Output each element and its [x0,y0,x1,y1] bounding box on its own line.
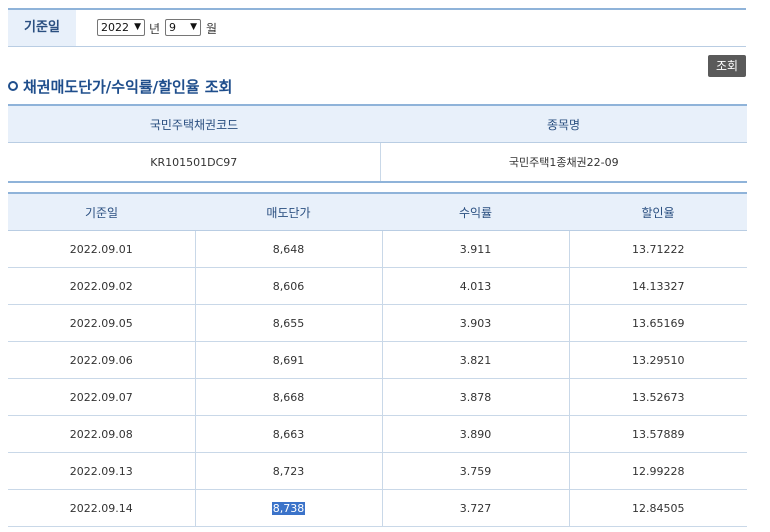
table-row: 2022.09.02 8,606 4.013 14.13327 [8,267,747,305]
date-cell: 2022.09.07 [8,378,196,416]
month-select[interactable]: 9 ▼ [165,19,201,36]
year-unit-label: 년 [149,22,161,36]
date-cell: 2022.09.13 [8,452,196,490]
circle-bullet-icon [8,80,18,91]
section-title-text: 채권매도단가/수익률/할인율 조회 [23,78,233,96]
table-row: 2022.09.01 8,648 3.911 13.71222 [8,230,747,268]
price-cell: 8,655 [195,304,383,342]
bond-name-header: 종목명 [380,104,747,143]
yield-cell: 3.821 [382,341,570,379]
yield-cell: 4.013 [382,267,570,305]
date-column-header: 기준일 [8,192,195,231]
yield-cell: 3.727 [382,489,570,527]
yield-cell: 3.759 [382,452,570,490]
chevron-down-icon: ▼ [190,22,197,32]
bond-code-cell: KR101501DC97 [8,142,381,183]
table-row: 2022.09.06 8,691 3.821 13.29510 [8,341,747,379]
bond-name-cell: 국민주택1종채권22-09 [380,142,747,183]
table-row: 2022.09.05 8,655 3.903 13.65169 [8,304,747,342]
date-cell: 2022.09.14 [8,489,196,527]
yield-cell: 3.890 [382,415,570,453]
yield-cell: 3.903 [382,304,570,342]
price-cell: 8,691 [195,341,383,379]
date-cell: 2022.09.06 [8,341,196,379]
table-row: 2022.09.13 8,723 3.759 12.99228 [8,452,747,490]
bond-code-header: 국민주택채권코드 [8,104,380,143]
year-select[interactable]: 2022 ▼ [97,19,145,36]
date-filter-bar: 기준일 2022 ▼ 년 9 ▼ 월 [8,8,746,47]
bond-info-table: 국민주택채권코드 종목명 KR101501DC97 국민주택1종채권22-09 [8,104,747,183]
price-cell: 8,738 [195,489,383,527]
discount-cell: 12.84505 [569,489,747,527]
selected-text: 8,738 [271,501,306,515]
discount-cell: 14.13327 [569,267,747,305]
section-title: 채권매도단가/수익률/할인율 조회 [8,76,232,97]
discount-cell: 13.57889 [569,415,747,453]
yield-cell: 3.911 [382,230,570,268]
date-cell: 2022.09.01 [8,230,196,268]
month-value: 9 [169,21,176,34]
date-cell: 2022.09.05 [8,304,196,342]
discount-column-header: 할인율 [569,192,747,231]
chevron-down-icon: ▼ [134,22,141,32]
month-unit-label: 월 [206,22,218,36]
year-value: 2022 [101,21,129,34]
query-button[interactable]: 조회 [708,55,746,77]
price-cell: 8,668 [195,378,383,416]
price-cell: 8,648 [195,230,383,268]
price-column-header: 매도단가 [195,192,382,231]
discount-cell: 13.29510 [569,341,747,379]
discount-cell: 13.71222 [569,230,747,268]
price-cell: 8,606 [195,267,383,305]
price-cell: 8,663 [195,415,383,453]
yield-column-header: 수익률 [382,192,569,231]
discount-cell: 13.52673 [569,378,747,416]
date-cell: 2022.09.02 [8,267,196,305]
yield-cell: 3.878 [382,378,570,416]
table-row: 2022.09.14 8,738 3.727 12.84505 [8,489,747,527]
discount-cell: 12.99228 [569,452,747,490]
price-table: 기준일 매도단가 수익률 할인율 2022.09.01 8,648 3.911 13.… [8,192,747,527]
filter-label: 기준일 [8,10,76,46]
price-cell: 8,723 [195,452,383,490]
table-row: 2022.09.08 8,663 3.890 13.57889 [8,415,747,453]
date-cell: 2022.09.08 [8,415,196,453]
discount-cell: 13.65169 [569,304,747,342]
table-row: 2022.09.07 8,668 3.878 13.52673 [8,378,747,416]
